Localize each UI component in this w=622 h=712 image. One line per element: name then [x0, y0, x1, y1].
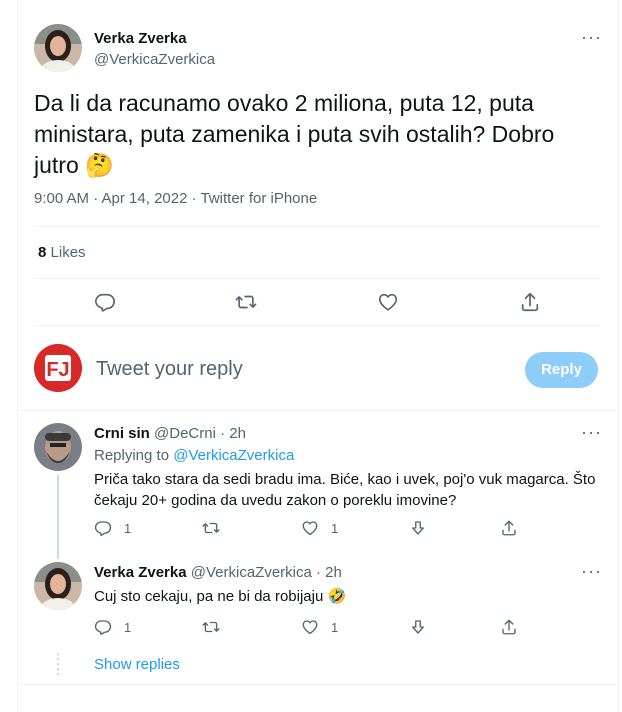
- reply-icon[interactable]: [94, 519, 112, 537]
- tweet-text-line: jutro 🤔: [34, 150, 604, 181]
- author-avatar[interactable]: [34, 24, 82, 72]
- reply-time[interactable]: · 2h: [220, 425, 246, 442]
- like-count: 1: [331, 620, 339, 635]
- reply-icon[interactable]: [94, 618, 112, 636]
- like-count: 1: [331, 521, 339, 536]
- tweet-text-fragment: jutro: [34, 152, 79, 178]
- heart-icon[interactable]: [301, 618, 319, 636]
- retweet-icon[interactable]: [202, 618, 220, 636]
- more-options-icon[interactable]: ···: [581, 27, 602, 48]
- likes-label: Likes: [50, 244, 86, 261]
- tweet-text: Da li da racunamo ovako 2 miliona, puta …: [34, 88, 604, 181]
- thread-dots: [57, 653, 59, 675]
- retweet-icon[interactable]: [235, 291, 257, 313]
- reply-text-line: Priča tako stara da sedi bradu ima. Biće…: [94, 471, 596, 488]
- likes-stat[interactable]: 8 Likes: [38, 244, 86, 261]
- author-name[interactable]: Verka Zverka: [94, 30, 187, 47]
- reply-author-handle[interactable]: @VerkicaZverkica: [191, 564, 312, 581]
- replying-to-handle[interactable]: @VerkicaZverkica: [173, 447, 294, 464]
- divider: [18, 410, 616, 411]
- share-icon[interactable]: [519, 291, 541, 313]
- divider: [34, 325, 600, 326]
- tweet-timestamp[interactable]: 9:00 AM · Apr 14, 2022 · Twitter for iPh…: [34, 190, 317, 207]
- share-icon[interactable]: [500, 618, 518, 636]
- reply-time[interactable]: · 2h: [316, 564, 342, 581]
- replying-to-label: Replying to: [94, 447, 174, 464]
- reply-text-line: Cuj sto cekaju, pa ne bi da robijaju: [94, 588, 324, 605]
- vote-down-icon[interactable]: [409, 519, 427, 537]
- reply-author-name[interactable]: Crni sin: [94, 425, 150, 442]
- likes-count: 8: [38, 244, 47, 261]
- heart-icon[interactable]: [301, 519, 319, 537]
- replying-to: Replying to @VerkicaZverkica: [94, 447, 294, 464]
- tweet-text-line: ministara, puta zamenika i puta svih ost…: [34, 121, 555, 147]
- reply-author-handle[interactable]: @DeCrni: [154, 425, 216, 442]
- reply-author-name[interactable]: Verka Zverka: [94, 564, 187, 581]
- thinking-face-emoji: 🤔: [85, 152, 114, 178]
- reply-button[interactable]: Reply: [525, 352, 598, 388]
- more-options-icon[interactable]: ···: [581, 561, 602, 582]
- reply-icon[interactable]: [94, 291, 116, 313]
- divider: [18, 684, 616, 685]
- reply-text: Priča tako stara da sedi bradu ima. Biće…: [94, 469, 604, 511]
- reply-avatar[interactable]: [34, 562, 82, 610]
- reply-header: Crni sin @DeCrni · 2h: [94, 425, 246, 442]
- divider: [34, 278, 600, 279]
- thread-connector: [57, 475, 59, 559]
- retweet-icon[interactable]: [202, 519, 220, 537]
- show-replies-link[interactable]: Show replies: [94, 656, 180, 673]
- reply-text: Cuj sto cekaju, pa ne bi da robijaju 🤣: [94, 586, 346, 607]
- laughing-emoji: 🤣: [327, 588, 347, 605]
- reply-count: 1: [124, 620, 132, 635]
- vote-down-icon[interactable]: [409, 618, 427, 636]
- heart-icon[interactable]: [377, 291, 399, 313]
- more-options-icon[interactable]: ···: [581, 422, 602, 443]
- reply-count: 1: [124, 521, 132, 536]
- reply-text-line: čekaju 20+ godina da uvedu zakon o porek…: [94, 492, 457, 509]
- reply-header: Verka Zverka @VerkicaZverkica · 2h: [94, 564, 342, 581]
- logo-letters: FJ: [46, 359, 69, 381]
- reply-avatar[interactable]: [34, 423, 82, 471]
- divider: [34, 226, 600, 227]
- share-icon[interactable]: [500, 519, 518, 537]
- reply-input[interactable]: Tweet your reply: [96, 358, 496, 381]
- author-handle[interactable]: @VerkicaZverkica: [94, 51, 215, 68]
- tweet-text-line: Da li da racunamo ovako 2 miliona, puta …: [34, 90, 534, 116]
- my-avatar[interactable]: FJ: [34, 344, 82, 392]
